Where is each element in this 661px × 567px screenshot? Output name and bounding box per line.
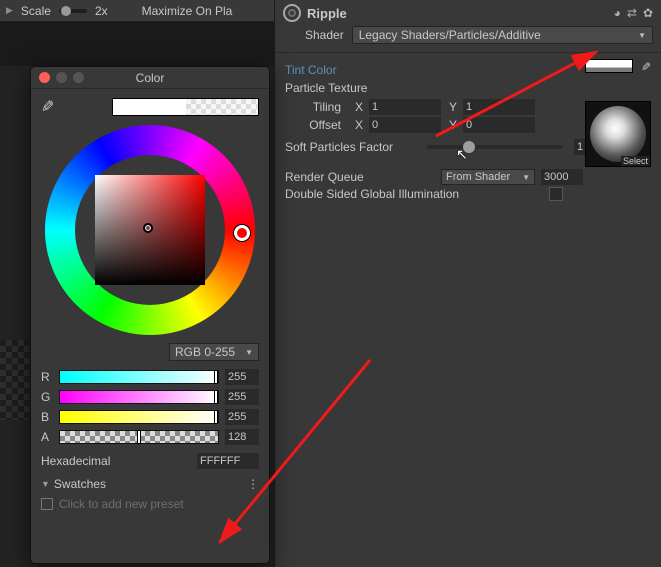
scale-label: Scale xyxy=(21,4,51,18)
scale-slider[interactable] xyxy=(59,9,87,13)
shader-label: Shader xyxy=(305,28,344,42)
soft-particles-label: Soft Particles Factor xyxy=(285,140,415,154)
r-value[interactable] xyxy=(225,369,259,385)
color-mode-dropdown[interactable]: RGB 0-255 ▼ xyxy=(169,343,259,361)
soft-particles-slider[interactable] xyxy=(427,145,562,149)
eyedropper-icon[interactable]: ✎ xyxy=(641,60,651,74)
add-preset-row[interactable]: Click to add new preset xyxy=(31,493,269,515)
hue-cursor[interactable] xyxy=(234,225,250,241)
eyedropper-icon[interactable]: ✎ xyxy=(41,97,54,117)
b-label: B xyxy=(41,410,53,424)
swatches-header[interactable]: ▼ Swatches ⋮ xyxy=(31,475,269,493)
material-name: Ripple xyxy=(307,6,347,21)
hex-label: Hexadecimal xyxy=(41,454,191,468)
y-label: Y xyxy=(447,118,457,132)
chevron-down-icon: ▼ xyxy=(522,173,530,182)
b-slider[interactable] xyxy=(59,410,219,424)
shader-dropdown[interactable]: Legacy Shaders/Particles/Additive ▼ xyxy=(352,26,653,44)
hex-field[interactable] xyxy=(197,453,259,469)
g-label: G xyxy=(41,390,53,404)
channel-r: R xyxy=(31,367,269,387)
add-preset-icon xyxy=(41,498,53,510)
minimize-icon[interactable] xyxy=(56,72,67,83)
texture-select-button[interactable]: Select xyxy=(621,156,650,166)
a-value[interactable] xyxy=(225,429,259,445)
scene-checker xyxy=(0,340,29,420)
chevron-down-icon: ▼ xyxy=(41,479,50,489)
window-titlebar[interactable]: Color xyxy=(31,67,269,89)
tint-color-swatch[interactable] xyxy=(585,59,633,73)
channel-a: A xyxy=(31,427,269,447)
particle-texture-label: Particle Texture xyxy=(285,79,651,97)
render-queue-dropdown[interactable]: From Shader ▼ xyxy=(441,169,535,185)
render-queue-value[interactable] xyxy=(541,169,583,185)
game-view-dark xyxy=(0,22,274,66)
offset-y-field[interactable] xyxy=(463,117,535,133)
hex-row: Hexadecimal xyxy=(31,447,269,475)
preset-hint: Click to add new preset xyxy=(59,497,184,511)
dsgi-checkbox[interactable] xyxy=(549,187,563,201)
offset-x-field[interactable] xyxy=(369,117,441,133)
x-label: X xyxy=(349,118,363,132)
material-properties: Tint Color ✎ Particle Texture Select Til… xyxy=(275,53,661,201)
chevron-down-icon: ▼ xyxy=(245,348,253,357)
dsgi-label: Double Sided Global Illumination xyxy=(285,187,543,201)
x-label: X xyxy=(349,100,363,114)
r-label: R xyxy=(41,370,53,384)
offset-label: Offset xyxy=(301,118,343,132)
sv-cursor[interactable] xyxy=(143,223,153,233)
maximize-label[interactable]: Maximize On Pla xyxy=(142,4,233,18)
g-slider[interactable] xyxy=(59,390,219,404)
presets-icon[interactable]: ⇄ xyxy=(627,6,637,20)
texture-thumbnail xyxy=(590,106,646,162)
render-queue-label: Render Queue xyxy=(285,170,435,184)
swatches-label: Swatches xyxy=(54,477,106,491)
help-icon[interactable]: ◕ xyxy=(614,6,621,20)
color-picker-window: Color ✎ RGB 0-255 ▼ R G B A H xyxy=(30,66,270,564)
b-value[interactable] xyxy=(225,409,259,425)
a-slider[interactable] xyxy=(59,430,219,444)
channel-g: G xyxy=(31,387,269,407)
tiling-label: Tiling xyxy=(301,100,343,114)
scale-value: 2x xyxy=(95,4,108,18)
mouse-cursor-icon: ↖ xyxy=(456,146,468,163)
r-slider[interactable] xyxy=(59,370,219,384)
more-icon[interactable]: ⋮ xyxy=(247,477,259,491)
shader-row: Shader Legacy Shaders/Particles/Additive… xyxy=(275,24,661,53)
chevron-down-icon: ▼ xyxy=(638,31,646,40)
sv-square[interactable] xyxy=(95,175,205,285)
material-icon xyxy=(283,4,301,22)
y-label: Y xyxy=(447,100,457,114)
g-value[interactable] xyxy=(225,389,259,405)
settings-icon[interactable]: ✿ xyxy=(643,6,653,20)
current-color-swatch[interactable] xyxy=(112,98,259,116)
window-title: Color xyxy=(136,71,165,85)
tiling-x-field[interactable] xyxy=(369,99,441,115)
color-wheel[interactable] xyxy=(45,125,255,335)
chevron-down-icon[interactable]: ▶ xyxy=(6,5,13,16)
inspector-panel: Ripple ◕ ⇄ ✿ Shader Legacy Shaders/Parti… xyxy=(274,0,661,567)
texture-slot[interactable]: Select xyxy=(585,101,651,167)
a-label: A xyxy=(41,430,53,444)
material-header[interactable]: Ripple ◕ ⇄ ✿ xyxy=(275,0,661,24)
channel-b: B xyxy=(31,407,269,427)
zoom-icon[interactable] xyxy=(73,72,84,83)
shader-value: Legacy Shaders/Particles/Additive xyxy=(359,28,541,42)
close-icon[interactable] xyxy=(39,72,50,83)
tiling-y-field[interactable] xyxy=(463,99,535,115)
